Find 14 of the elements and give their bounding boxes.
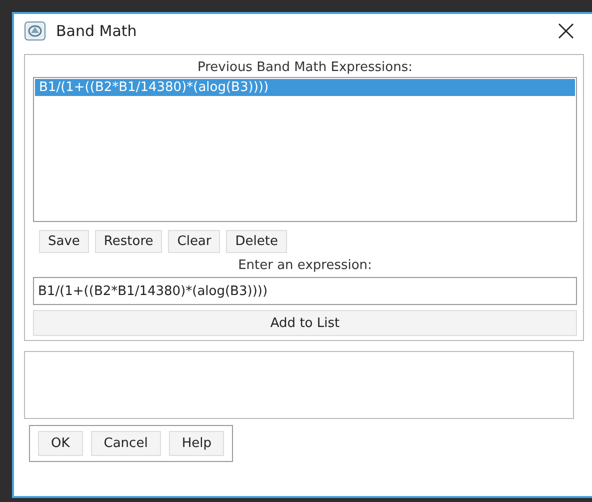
dialog-button[interactable]: Help xyxy=(168,431,224,456)
history-button[interactable]: Clear xyxy=(168,230,220,253)
history-button[interactable]: Restore xyxy=(94,230,162,253)
history-button[interactable]: Delete xyxy=(226,230,287,253)
close-icon[interactable] xyxy=(558,23,574,39)
window-title: Band Math xyxy=(56,22,138,40)
dialog-button[interactable]: OK xyxy=(38,431,83,456)
dialog-button[interactable]: Cancel xyxy=(90,431,161,456)
app-icon xyxy=(24,21,46,41)
add-to-list-button[interactable]: Add to List xyxy=(33,310,577,336)
history-button[interactable]: Save xyxy=(39,230,89,253)
expression-label: Enter an expression: xyxy=(238,257,372,275)
expression-field[interactable]: B1/(1+((B2*B1/14380)*(alog(B3)))) xyxy=(33,277,577,305)
history-label: Previous Band Math Expressions: xyxy=(198,59,412,77)
